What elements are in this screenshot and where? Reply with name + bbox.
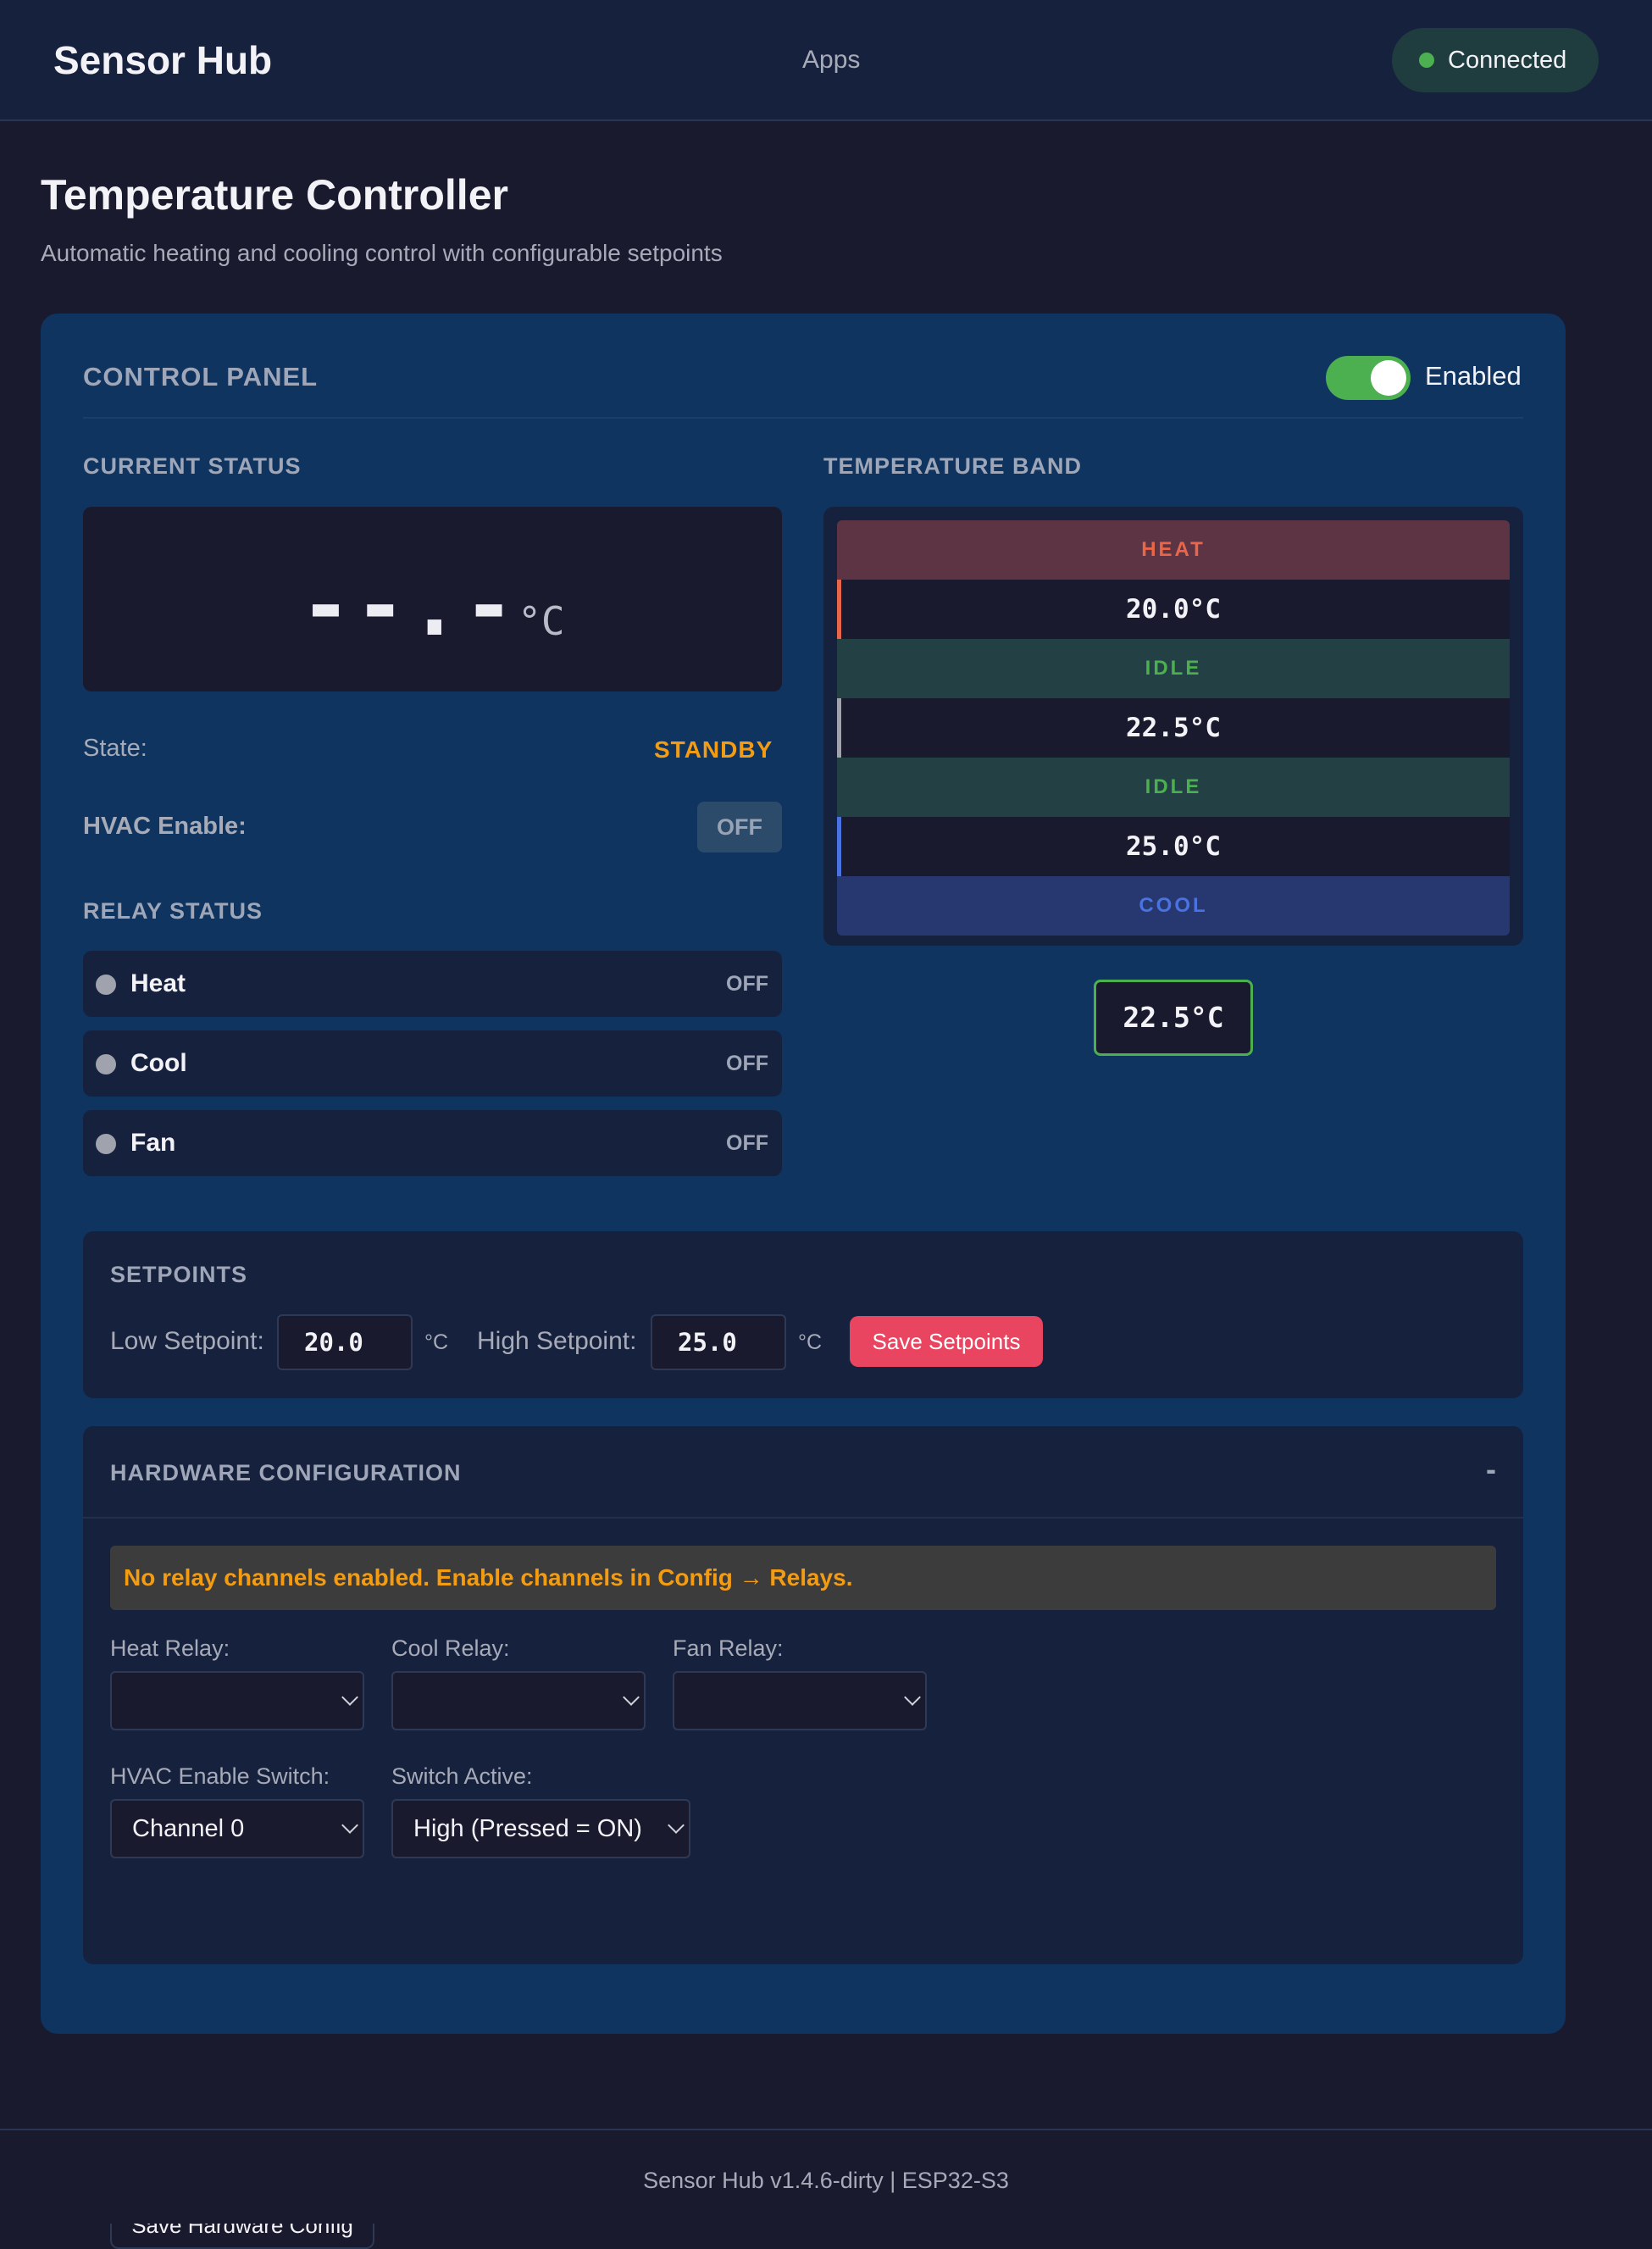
status-dot-icon (1419, 53, 1434, 68)
heat-marker-bar (837, 580, 841, 639)
high-setpoint-unit: °C (798, 1330, 823, 1354)
divider (83, 417, 1523, 419)
high-setpoint-label: High Setpoint: (477, 1327, 637, 1355)
band-zone-cool: COOL (837, 876, 1510, 936)
hvac-enable-badge: OFF (697, 802, 782, 852)
relay-name: Cool (130, 1049, 187, 1077)
current-temp-marker: 22.5°C (1094, 980, 1253, 1056)
band-zone-idle: IDLE (837, 639, 1510, 698)
connection-status-label: Connected (1448, 46, 1567, 74)
low-setpoint-label: Low Setpoint: (110, 1327, 264, 1355)
switch-active-select[interactable]: High (Pressed = ON) (391, 1799, 690, 1858)
relay-state: OFF (726, 1052, 768, 1075)
hvac-enable-label: HVAC Enable: (83, 813, 247, 840)
chevron-down-icon (341, 1689, 358, 1706)
relay-row-cool: Cool OFF (83, 1030, 782, 1097)
band-high-setpoint: 25.0°C (837, 817, 1510, 876)
cool-marker-bar (837, 817, 841, 876)
relay-indicator-icon (96, 1134, 116, 1154)
chevron-down-icon (623, 1689, 640, 1706)
collapse-toggle-icon[interactable]: - (1486, 1452, 1496, 1487)
relay-status-heading: RELAY STATUS (83, 898, 263, 924)
brand-logo-text[interactable]: Sensor Hub (53, 37, 272, 83)
temperature-unit: °C (518, 598, 565, 644)
page-title: Temperature Controller (41, 171, 508, 219)
band-midpoint: 22.5°C (837, 698, 1510, 758)
temperature-value: --.- (300, 556, 518, 655)
relay-indicator-icon (96, 1054, 116, 1075)
footer: Sensor Hub v1.4.6-dirty | ESP32-S3 (0, 2129, 1652, 2224)
relay-name: Heat (130, 969, 186, 997)
relay-row-heat: Heat OFF (83, 951, 782, 1017)
relay-state: OFF (726, 972, 768, 996)
connection-status-badge: Connected (1392, 28, 1599, 92)
toggle-knob (1371, 360, 1406, 396)
chevron-down-icon (341, 1817, 358, 1834)
select-value: Channel 0 (132, 1815, 245, 1842)
mid-marker-bar (837, 698, 841, 758)
nav-link-apps[interactable]: Apps (802, 46, 860, 75)
band-zone-heat: HEAT (837, 520, 1510, 580)
band-temp-value: 22.5°C (1126, 713, 1221, 743)
cool-relay-select[interactable] (391, 1671, 646, 1730)
band-low-setpoint: 20.0°C (837, 580, 1510, 639)
setpoints-heading: SETPOINTS (110, 1262, 248, 1287)
fan-relay-select[interactable] (673, 1671, 927, 1730)
temperature-band: HEAT 20.0°C IDLE 22.5°C IDLE 25.0°C COOL (823, 507, 1523, 946)
setpoints-card: SETPOINTS Low Setpoint: °C High Setpoint… (83, 1231, 1523, 1398)
relay-state: OFF (726, 1131, 768, 1155)
low-setpoint-input[interactable] (277, 1314, 413, 1370)
state-value: STANDBY (654, 736, 773, 763)
hardware-config-card: HARDWARE CONFIGURATION - No relay channe… (83, 1426, 1523, 2249)
chevron-down-icon (668, 1817, 685, 1834)
fan-relay-label: Fan Relay: (673, 1635, 784, 1661)
band-temp-value: 20.0°C (1126, 594, 1221, 625)
temperature-band-heading: TEMPERATURE BAND (823, 453, 1082, 479)
switch-active-label: Switch Active: (391, 1763, 533, 1789)
current-temperature-readout: --.-°C (83, 556, 782, 655)
cool-relay-label: Cool Relay: (391, 1635, 510, 1661)
enabled-toggle-label: Enabled (1425, 361, 1522, 391)
enabled-toggle[interactable] (1326, 356, 1411, 400)
control-panel-title: CONTROL PANEL (83, 362, 319, 391)
page-subtitle: Automatic heating and cooling control wi… (41, 240, 723, 266)
hvac-switch-select[interactable]: Channel 0 (110, 1799, 364, 1858)
state-label: State: (83, 735, 147, 762)
relay-warning-banner: No relay channels enabled. Enable channe… (110, 1546, 1496, 1610)
band-zone-idle: IDLE (837, 758, 1510, 817)
current-temperature-display: --.-°C (83, 507, 782, 691)
relay-name: Fan (130, 1129, 176, 1157)
current-status-heading: CURRENT STATUS (83, 453, 302, 479)
select-value: High (Pressed = ON) (413, 1815, 642, 1842)
footer-version-text: Sensor Hub v1.4.6-dirty | ESP32-S3 (643, 2168, 1009, 2193)
top-navbar: Sensor Hub Apps Connected (0, 0, 1652, 121)
hvac-switch-label: HVAC Enable Switch: (110, 1763, 330, 1789)
control-panel-card: CONTROL PANEL Enabled CURRENT STATUS --.… (41, 314, 1566, 2249)
relay-row-fan: Fan OFF (83, 1110, 782, 1176)
low-setpoint-unit: °C (424, 1330, 449, 1354)
heat-relay-label: Heat Relay: (110, 1635, 230, 1661)
high-setpoint-input[interactable] (651, 1314, 786, 1370)
divider (83, 1517, 1523, 1519)
heat-relay-select[interactable] (110, 1671, 364, 1730)
band-temp-value: 25.0°C (1126, 831, 1221, 862)
save-setpoints-button[interactable]: Save Setpoints (850, 1316, 1043, 1367)
relay-indicator-icon (96, 975, 116, 995)
hardware-config-heading[interactable]: HARDWARE CONFIGURATION (110, 1460, 461, 1486)
chevron-down-icon (904, 1689, 921, 1706)
